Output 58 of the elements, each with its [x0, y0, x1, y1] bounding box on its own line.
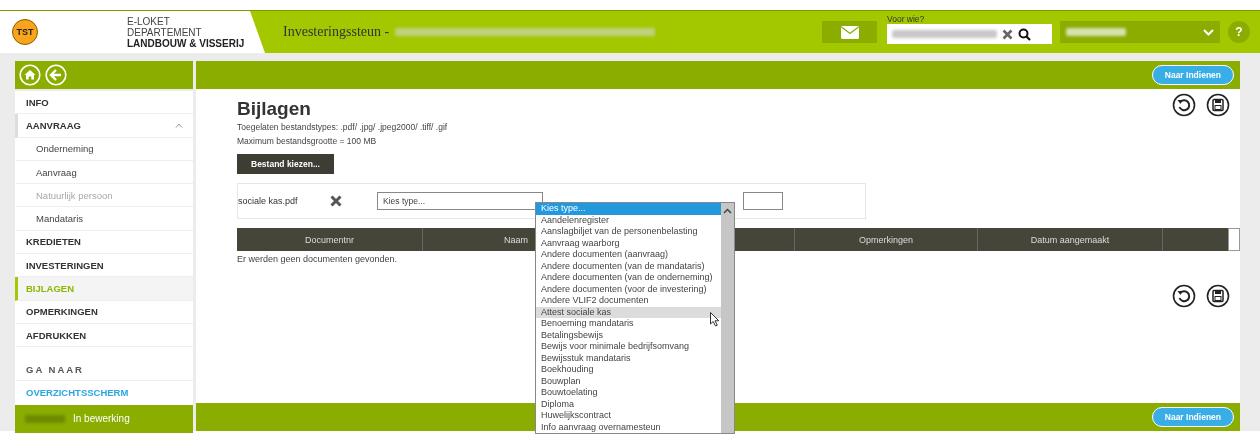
org-name: LANDBOUW & VISSERIJ: [127, 37, 245, 49]
dropdown-option[interactable]: Betalingsbewijs: [536, 329, 721, 341]
status-text: In bewerking: [73, 413, 130, 425]
sidebar-item[interactable]: Aanvraag: [15, 160, 193, 185]
dropdown-option[interactable]: Attest sociale kas: [536, 306, 721, 318]
reset-icon[interactable]: [1172, 284, 1196, 308]
dropdown-option[interactable]: Bewijs voor minimale bedrijfsomvang: [536, 341, 721, 353]
blurred-text: [25, 414, 65, 423]
sidebar-item[interactable]: OPMERKINGEN: [15, 300, 193, 324]
dropdown-option[interactable]: Bouwtoelating: [536, 387, 721, 399]
sidebar-item[interactable]: AANVRAAG: [15, 114, 193, 138]
dropdown-option[interactable]: Andere documenten (aanvraag): [536, 249, 721, 261]
cursor-icon: [710, 312, 720, 327]
home-icon[interactable]: [19, 64, 41, 86]
search-field[interactable]: [887, 24, 1052, 44]
dropdown-option[interactable]: Boekhouding: [536, 364, 721, 376]
dropdown-option[interactable]: Andere documenten (van de onderneming): [536, 272, 721, 284]
allowed-types-text: Toegelaten bestandstypes: .pdf/ .jpg/ .jpeg2000/ .tiff/ .gif: [237, 121, 449, 134]
app-title: Investeringssteun -: [283, 24, 390, 40]
sidebar-item[interactable]: AFDRUKKEN: [15, 323, 193, 348]
column-header: Opmerkingen: [795, 228, 978, 251]
nav-heading: GA NAAR: [15, 359, 193, 382]
sidebar-item[interactable]: INFO: [15, 91, 193, 115]
dropdown-option[interactable]: Aandelenregister: [536, 214, 721, 226]
dropdown-option[interactable]: Andere documenten (van de mandataris): [536, 260, 721, 272]
max-size-text: Maximum bestandsgrootte = 100 MB: [237, 135, 378, 148]
empty-message: Er werden geen documenten gevonden.: [237, 254, 398, 264]
input-field[interactable]: [743, 192, 783, 210]
save-icon[interactable]: [1206, 93, 1230, 117]
choose-file-button[interactable]: Bestand kiezen...: [237, 154, 334, 174]
column-header: Datum aangemaakt: [978, 228, 1163, 251]
sidebar-item[interactable]: Onderneming: [15, 137, 193, 161]
org-line: E-LOKET: [127, 15, 171, 27]
chevron-down-icon: [1203, 28, 1214, 36]
clear-icon[interactable]: [1002, 28, 1013, 40]
dropdown-option[interactable]: Bewijsstuk mandataris: [536, 352, 721, 364]
chevron-up-icon: [723, 208, 732, 214]
mail-button[interactable]: [822, 21, 877, 43]
reset-icon[interactable]: [1172, 93, 1196, 117]
org-line: DEPARTEMENT: [127, 26, 203, 38]
sidebar-item[interactable]: KREDIETEN: [15, 230, 193, 255]
dropdown-option[interactable]: Bouwplan: [536, 375, 721, 387]
blurred-text: [1066, 28, 1126, 36]
file-name: sociale kas.pdf: [238, 196, 299, 206]
search-label: Voor wie?: [887, 14, 926, 24]
dropdown-option[interactable]: Andere VLIF2 documenten: [536, 295, 721, 307]
sidebar-item[interactable]: Mandataris: [15, 207, 193, 231]
column-header: Documentnr: [237, 228, 423, 251]
dropdown-option[interactable]: Benoeming mandataris: [536, 318, 721, 330]
back-icon[interactable]: [45, 64, 67, 86]
dropdown-option[interactable]: Andere documenten (voor de investering): [536, 283, 721, 295]
save-icon[interactable]: [1206, 284, 1230, 308]
search-icon[interactable]: [1018, 27, 1031, 41]
remove-icon[interactable]: [330, 195, 342, 207]
logo: TST: [12, 19, 38, 45]
page-title: Bijlagen: [237, 98, 311, 120]
chevron-up-icon: [175, 122, 183, 128]
envelope-icon: [840, 25, 859, 39]
